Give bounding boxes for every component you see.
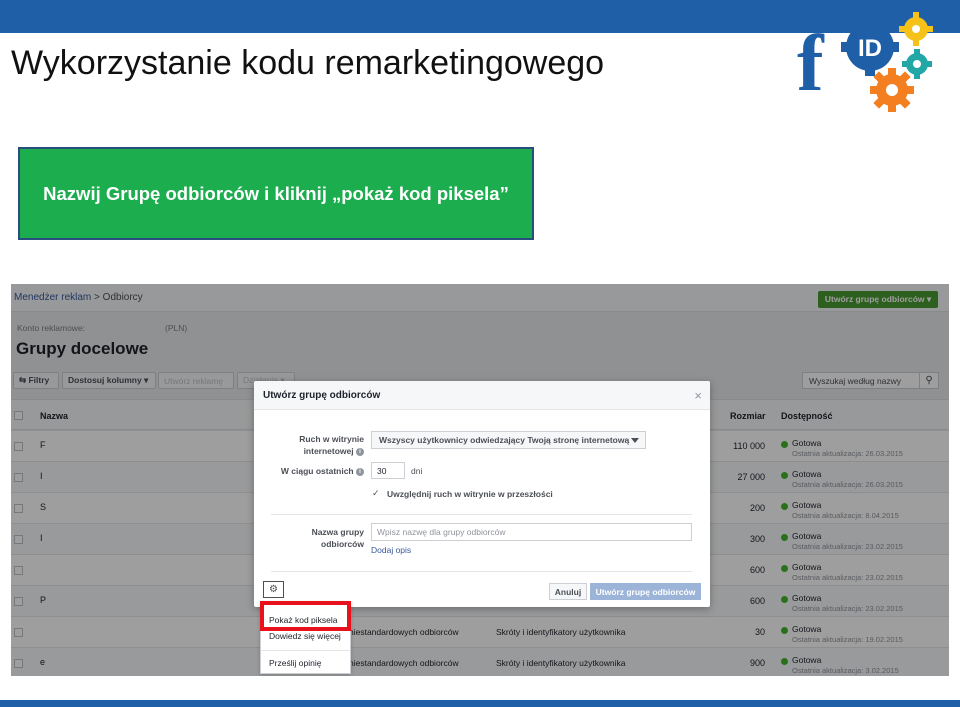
fid-logo: ID f (797, 12, 933, 112)
divider (271, 571, 692, 572)
yellow-gear-icon (899, 12, 933, 46)
days-unit: dni (411, 466, 423, 476)
audience-name-input[interactable]: Wpisz nazwę dla grupy odbiorców (371, 523, 692, 541)
past-traffic-checkbox[interactable]: ✓ (372, 488, 382, 498)
chevron-down-icon (631, 438, 639, 443)
dialog-header: Utwórz grupę odbiorców × (254, 381, 710, 410)
create-audience-dialog: Utwórz grupę odbiorców × Ruch w witrynie… (254, 381, 710, 607)
gear-icon[interactable]: ⚙ (263, 581, 284, 598)
fb-ads-screenshot: Menedżer reklam > Odbiorcy Utwórz grupę … (11, 284, 949, 676)
blue-gear-icon: ID (841, 18, 899, 76)
create-audience-submit-button[interactable]: Utwórz grupę odbiorców (590, 583, 701, 600)
info-icon[interactable]: i (356, 447, 364, 456)
info-icon[interactable]: i (356, 467, 364, 476)
svg-text:f: f (797, 20, 825, 108)
divider (271, 514, 692, 515)
dialog-title: Utwórz grupę odbiorców (263, 390, 381, 401)
menu-divider (261, 650, 350, 651)
highlight-frame (260, 601, 351, 631)
orange-gear-icon (870, 68, 914, 112)
slide-title: Wykorzystanie kodu remarketingowego (11, 44, 605, 82)
traffic-select[interactable]: Wszyscy użytkownicy odwiedzający Twoją s… (371, 431, 646, 449)
audience-name-label: Nazwa grupy odbiorców (311, 527, 364, 549)
days-label: W ciągu ostatnich i (264, 465, 364, 477)
add-description-link[interactable]: Dodaj opis (371, 545, 411, 555)
past-traffic-label: Uwzględnij ruch w witrynie w przeszłości (387, 489, 553, 499)
cancel-button[interactable]: Anuluj (549, 583, 587, 600)
traffic-label: Ruch w witrynie internetowej i (299, 434, 364, 456)
traffic-select-value: Wszyscy użytkownicy odwiedzający Twoją s… (379, 435, 630, 445)
bottom-bar (0, 700, 960, 707)
menu-item-feedback[interactable]: Prześlij opinię (269, 658, 321, 668)
instruction-box: Nazwij Grupę odbiorców i kliknij „pokaż … (18, 147, 534, 240)
menu-item-learn-more[interactable]: Dowiedz się więcej (269, 631, 341, 641)
close-icon[interactable]: × (694, 388, 702, 403)
days-input[interactable]: 30 (371, 462, 405, 479)
instruction-text: Nazwij Grupę odbiorców i kliknij „pokaż … (43, 182, 509, 204)
svg-text:ID: ID (858, 35, 882, 62)
